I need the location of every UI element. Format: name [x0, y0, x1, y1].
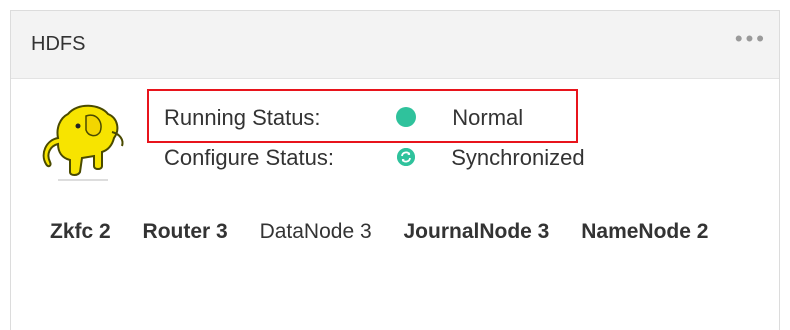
- configure-status-label: Configure Status:: [164, 145, 334, 170]
- card-header: HDFS •••: [11, 11, 779, 79]
- role-datanode[interactable]: DataNode 3: [260, 218, 372, 274]
- more-icon[interactable]: •••: [735, 28, 767, 50]
- role-list: Zkfc 2 Router 3 DataNode 3 JournalNode 3…: [50, 218, 750, 274]
- configure-status-row: Configure Status: Synchronized: [164, 143, 585, 173]
- card-title: HDFS: [31, 33, 86, 55]
- role-journalnode[interactable]: JournalNode 3: [404, 218, 550, 274]
- configure-status-value: Synchronized: [451, 145, 585, 170]
- hadoop-elephant-logo-icon: [42, 104, 124, 181]
- role-namenode[interactable]: NameNode 2: [581, 218, 708, 274]
- sync-icon: [397, 148, 416, 167]
- running-status-highlight: [147, 89, 578, 143]
- role-zkfc[interactable]: Zkfc 2: [50, 218, 111, 274]
- role-router[interactable]: Router 3: [143, 218, 228, 274]
